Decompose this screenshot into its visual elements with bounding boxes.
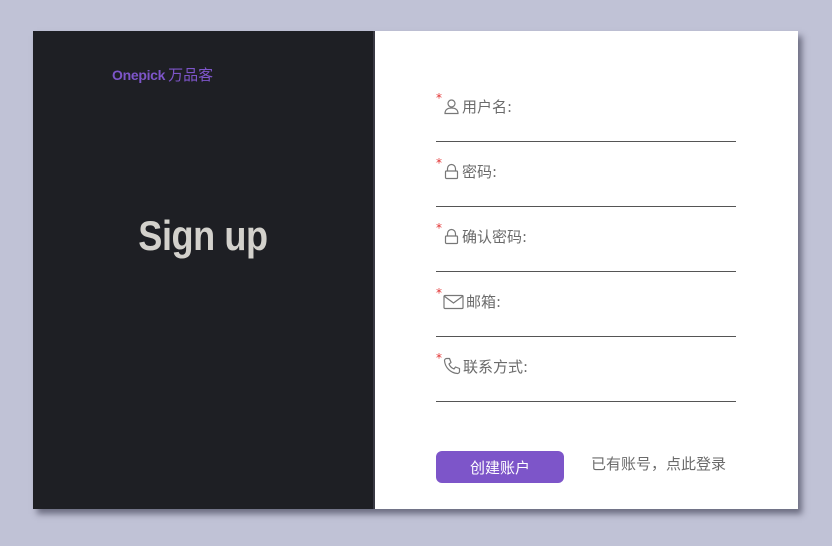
confirm-password-label: 确认密码: [462, 227, 528, 246]
password-input[interactable] [436, 186, 736, 207]
email-label-row: * 邮箱: [436, 286, 736, 312]
contact-input[interactable] [436, 381, 736, 402]
required-mark: * [436, 351, 442, 365]
user-icon [443, 98, 460, 115]
required-mark: * [436, 91, 442, 105]
contact-field: * 联系方式: [436, 351, 736, 405]
username-label: 用户名: [462, 97, 513, 116]
signup-form: * 用户名: * 密码: * 确认密码: * 邮箱: * 联系方式: 创建账户 … [373, 31, 798, 509]
lock-icon [443, 163, 460, 180]
email-label: 邮箱: [466, 292, 502, 311]
password-label: 密码: [462, 162, 498, 181]
password-label-row: * 密码: [436, 156, 736, 182]
password-field: * 密码: [436, 156, 736, 210]
username-label-row: * 用户名: [436, 91, 736, 117]
mail-icon [443, 293, 464, 310]
confirm-password-input[interactable] [436, 251, 736, 272]
email-input[interactable] [436, 316, 736, 337]
contact-label: 联系方式: [463, 357, 529, 376]
brand-cjk-name: 万品客 [168, 66, 214, 84]
phone-icon [443, 357, 461, 375]
login-link[interactable]: 已有账号，点此登录 [591, 453, 726, 474]
signup-card: Onepick 万品客 Sign up * 用户名: * 密码: * 确认密码:… [33, 31, 798, 509]
confirm-password-label-row: * 确认密码: [436, 221, 736, 247]
email-field: * 邮箱: [436, 286, 736, 340]
lock-icon [443, 228, 460, 245]
required-mark: * [436, 221, 442, 235]
contact-label-row: * 联系方式: [436, 351, 736, 377]
create-account-button[interactable]: 创建账户 [436, 451, 564, 483]
brand-logo: Onepick 万品客 [112, 64, 213, 85]
left-panel: Onepick 万品客 Sign up [33, 31, 373, 509]
confirm-password-field: * 确认密码: [436, 221, 736, 275]
required-mark: * [436, 156, 442, 170]
username-input[interactable] [436, 121, 736, 142]
brand-latin-name: Onepick [112, 67, 166, 83]
required-mark: * [436, 286, 442, 300]
username-field: * 用户名: [436, 91, 736, 145]
page-title: Sign up [138, 212, 268, 259]
